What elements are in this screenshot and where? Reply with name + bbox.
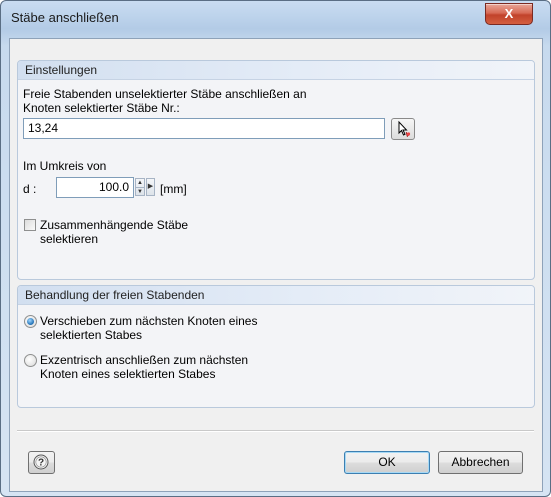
settings-group: Einstellungen Freie Stabenden unselektie… bbox=[17, 60, 535, 280]
d-menu-arrow-button[interactable]: ▶ bbox=[146, 178, 155, 196]
treatment-group-header: Behandlung der freien Stabenden bbox=[18, 286, 534, 305]
close-icon: X bbox=[504, 6, 514, 21]
radio-move-label-2[interactable]: selektierten Stabes bbox=[40, 328, 142, 342]
footer-separator bbox=[17, 430, 534, 432]
radio-selected-dot bbox=[27, 318, 34, 325]
radio-eccentric-label-2[interactable]: Knoten eines selektierten Stabes bbox=[40, 367, 215, 381]
help-icon: ? bbox=[33, 454, 49, 470]
close-button[interactable]: X bbox=[485, 3, 533, 25]
connected-members-label-2[interactable]: selektieren bbox=[40, 232, 98, 246]
ok-button[interactable]: OK bbox=[344, 451, 430, 474]
radio-eccentric-label-1[interactable]: Exzentrisch anschließen zum nächsten bbox=[40, 353, 248, 367]
instruction-line-1: Freie Stabenden unselektierter Stäbe ans… bbox=[23, 87, 307, 101]
d-value-input[interactable]: 100.0 bbox=[56, 177, 134, 198]
spin-up-icon[interactable]: ▲ bbox=[136, 179, 144, 187]
radio-eccentric-connect[interactable] bbox=[24, 354, 37, 367]
spin-down-icon[interactable]: ▼ bbox=[136, 187, 144, 196]
window-title: Stäbe anschließen bbox=[11, 10, 119, 25]
dialog-window: Stäbe anschließen X Einstellungen Freie … bbox=[0, 0, 551, 497]
help-button[interactable]: ? bbox=[28, 451, 55, 474]
svg-text:?: ? bbox=[38, 458, 44, 469]
instruction-line-2: Knoten selektierter Stäbe Nr.: bbox=[23, 101, 180, 115]
d-spinner[interactable]: ▲ ▼ bbox=[135, 178, 145, 196]
cancel-button[interactable]: Abbrechen bbox=[438, 451, 523, 474]
members-input[interactable]: 13,24 bbox=[23, 118, 385, 139]
d-label: d : bbox=[23, 182, 37, 196]
dialog-body: Einstellungen Freie Stabenden unselektie… bbox=[9, 38, 543, 492]
connected-members-label-1[interactable]: Zusammenhängende Stäbe bbox=[40, 218, 188, 232]
radio-move-label-1[interactable]: Verschieben zum nächsten Knoten eines bbox=[40, 314, 257, 328]
connected-members-checkbox[interactable] bbox=[24, 219, 36, 231]
radius-label: Im Umkreis von bbox=[23, 159, 107, 173]
settings-group-header: Einstellungen bbox=[18, 61, 534, 80]
treatment-group: Behandlung der freien Stabenden Verschie… bbox=[17, 285, 535, 408]
arrow-right-icon: ▶ bbox=[147, 183, 154, 190]
d-unit: [mm] bbox=[160, 182, 187, 196]
pick-members-icon bbox=[398, 120, 411, 138]
pick-members-button[interactable] bbox=[391, 118, 415, 140]
radio-move-to-node[interactable] bbox=[24, 315, 37, 328]
